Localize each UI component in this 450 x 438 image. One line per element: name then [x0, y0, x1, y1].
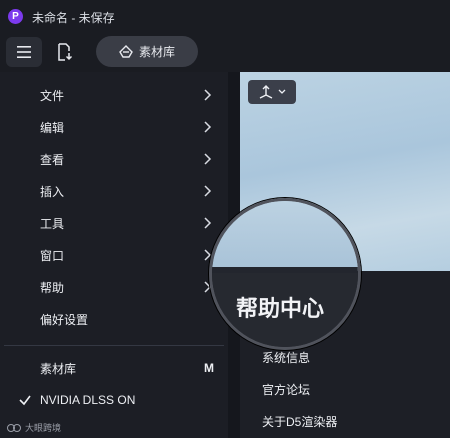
submenu-item-about[interactable]: 关于D5渲染器 — [262, 413, 337, 430]
title-bar: P 未命名 - 未保存 — [0, 0, 450, 32]
menu-item-label: 查看 — [40, 152, 65, 167]
toolbar: 素材库 — [0, 32, 450, 72]
menu-item-label: NVIDIA DLSS ON — [40, 393, 136, 407]
checkmark-icon — [19, 395, 31, 406]
menu-item-asset-library[interactable]: 素材库 M — [0, 352, 228, 384]
menu-item-dlss-toggle[interactable]: NVIDIA DLSS ON — [0, 384, 228, 416]
shortcut-key: M — [204, 361, 214, 375]
hamburger-icon — [17, 46, 31, 58]
menu-item-window[interactable]: 窗口 — [0, 239, 228, 271]
menu-item-label: 素材库 — [40, 361, 77, 376]
library-button-label: 素材库 — [138, 45, 175, 59]
export-button[interactable] — [50, 37, 80, 67]
menu-item-label: 窗口 — [40, 248, 65, 263]
magnifier-lens: 帮助中心 — [209, 198, 361, 350]
watermark-text: 大眼跨境 — [25, 423, 62, 433]
menu-item-help[interactable]: 帮助 — [0, 271, 228, 303]
menu-item-label: 插入 — [40, 184, 65, 199]
menu-item-label: 文件 — [40, 88, 65, 103]
chevron-down-icon — [278, 89, 286, 94]
menu-item-view[interactable]: 查看 — [0, 143, 228, 175]
chevron-right-icon — [204, 185, 212, 197]
menu-item-edit[interactable]: 编辑 — [0, 111, 228, 143]
viewport-transform-dropdown[interactable] — [248, 80, 296, 104]
chevron-right-icon — [204, 89, 212, 101]
menu-item-label: 编辑 — [40, 120, 65, 135]
main-menu: 文件 编辑 查看 插入 工具 窗口 帮助 偏好设置 素材库 M NVIDIA D… — [0, 72, 228, 438]
window-title: 未命名 - 未保存 — [32, 11, 115, 25]
menu-item-insert[interactable]: 插入 — [0, 175, 228, 207]
chevron-right-icon — [204, 153, 212, 165]
menu-item-tools[interactable]: 工具 — [0, 207, 228, 239]
magnified-viewport — [212, 201, 358, 267]
menu-item-label: 帮助 — [40, 280, 65, 295]
menu-item-label: 偏好设置 — [40, 312, 89, 327]
library-icon — [119, 45, 133, 58]
chevron-right-icon — [204, 217, 212, 229]
menu-divider — [4, 345, 224, 346]
file-export-icon — [58, 43, 73, 61]
submenu-item-forum[interactable]: 官方论坛 — [262, 381, 310, 398]
menu-item-preferences[interactable]: 偏好设置 — [0, 303, 228, 335]
menu-item-label: 工具 — [40, 216, 65, 231]
submenu-item-system-info[interactable]: 系统信息 — [262, 349, 310, 366]
asset-library-button[interactable]: 素材库 — [96, 36, 198, 67]
chevron-right-icon — [204, 121, 212, 133]
watermark-logo-icon — [7, 423, 21, 432]
submenu-item-help-center[interactable]: 帮助中心 — [236, 291, 324, 323]
watermark: 大眼跨境 — [6, 421, 61, 434]
menu-item-file[interactable]: 文件 — [0, 79, 228, 111]
move-arrows-icon — [259, 85, 273, 99]
app-logo-icon: P — [8, 9, 23, 24]
hamburger-menu-button[interactable] — [6, 37, 42, 67]
